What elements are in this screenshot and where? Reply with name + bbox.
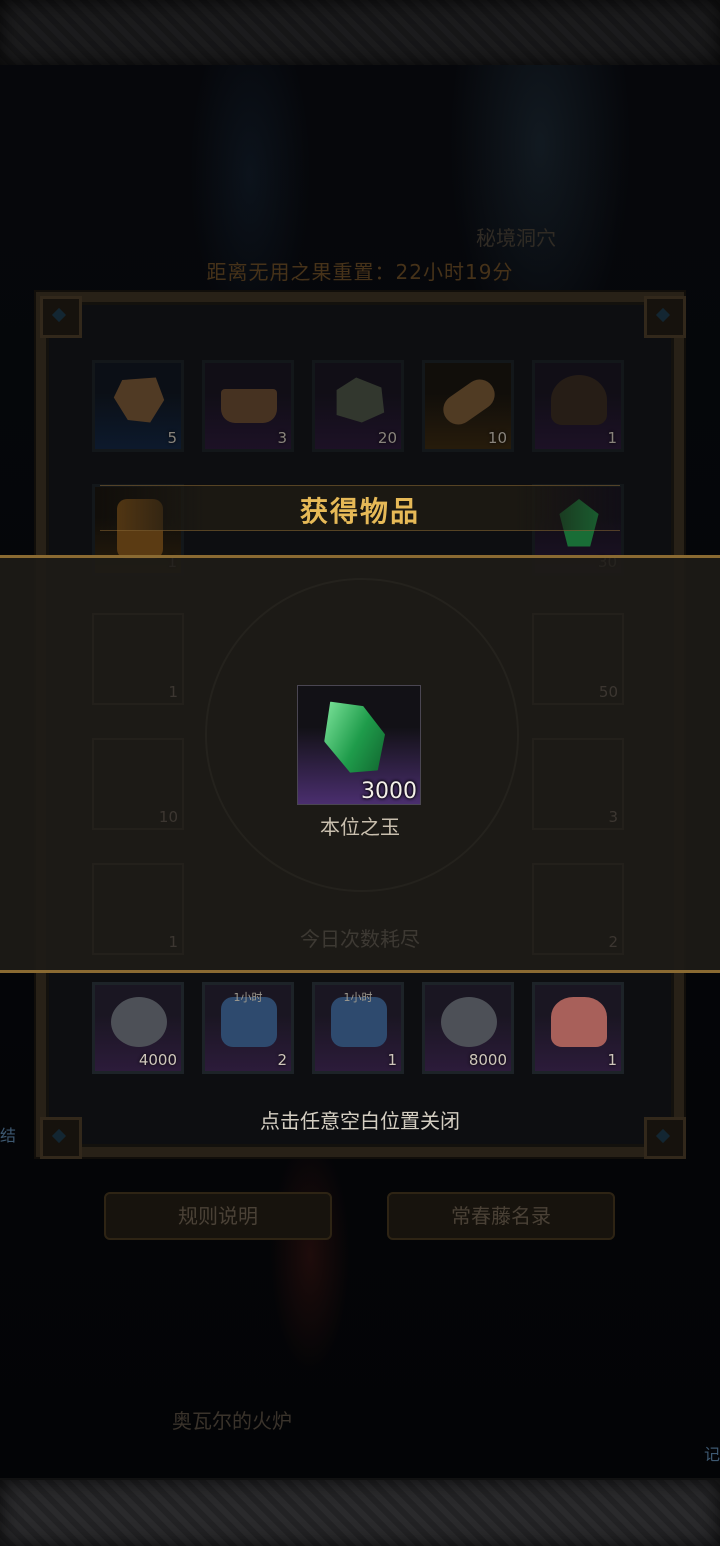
side-label-left[interactable]: 结 (0, 1122, 16, 1146)
inventory-slot[interactable]: 1小时 2 (202, 982, 294, 1074)
inventory-slot[interactable]: 4000 (92, 982, 184, 1074)
rules-button[interactable]: 规则说明 (104, 1192, 332, 1240)
map-location-label[interactable]: 奥瓦尔的火炉 (172, 1405, 292, 1434)
inventory-slot: 10 (92, 738, 184, 830)
item-quantity: 50 (598, 683, 618, 701)
item-quantity: 1 (387, 1051, 397, 1069)
item-quantity: 1 (607, 1051, 617, 1069)
reward-item-slot[interactable]: 3000 (297, 685, 421, 805)
side-label-right[interactable]: 记 (704, 1441, 720, 1465)
duration-tag: 1小时 (233, 991, 263, 1004)
inventory-slot: 1 (92, 613, 184, 705)
reward-quantity: 3000 (361, 779, 417, 804)
item-quantity: 2 (277, 1051, 287, 1069)
roster-button[interactable]: 常春藤名录 (387, 1192, 615, 1240)
daily-limit-text: 今日次数耗尽 (300, 927, 420, 951)
shield-icon (111, 997, 167, 1047)
item-quantity: 4000 (138, 1051, 177, 1069)
shield-icon (441, 997, 497, 1047)
inventory-slot[interactable]: 8000 (422, 982, 514, 1074)
dim-overlay[interactable] (0, 0, 720, 555)
inventory-slot[interactable]: 1小时 1 (312, 982, 404, 1074)
dialog-title: 获得物品 (299, 495, 420, 528)
bottom-frame-bar (0, 1478, 720, 1546)
inventory-slot: 50 (532, 613, 624, 705)
inventory-slot: 3 (532, 738, 624, 830)
dialog-title-bar: 获得物品 (100, 485, 620, 531)
item-quantity: 3 (608, 808, 618, 826)
inventory-slot[interactable]: 1 (532, 982, 624, 1074)
meat-icon (551, 997, 607, 1047)
jade-crystal-icon (313, 689, 395, 784)
item-quantity: 10 (158, 808, 178, 826)
close-hint: 点击任意空白位置关闭 (260, 1109, 460, 1133)
item-quantity: 8000 (468, 1051, 507, 1069)
item-quantity: 1 (168, 683, 178, 701)
duration-tag: 1小时 (343, 991, 373, 1004)
reward-item-name: 本位之玉 (320, 815, 400, 839)
